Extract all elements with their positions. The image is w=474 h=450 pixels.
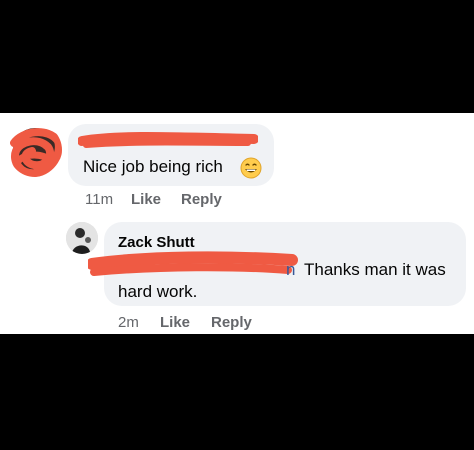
mention-redaction bbox=[88, 251, 298, 276]
author-name-redaction bbox=[78, 132, 258, 148]
avatar-redaction-scribble bbox=[10, 128, 62, 177]
like-button[interactable]: Like bbox=[131, 191, 161, 208]
comment-author[interactable]: Zack Shutt bbox=[118, 234, 195, 251]
comment-text: Thanks man it was bbox=[304, 260, 446, 279]
like-button[interactable]: Like bbox=[160, 314, 190, 331]
grinning-face-icon bbox=[240, 157, 262, 179]
comment-timestamp: 11m bbox=[85, 191, 114, 208]
mention-link[interactable]: n bbox=[286, 260, 295, 280]
comment-text: Nice job being rich bbox=[83, 157, 223, 176]
reply-button[interactable]: Reply bbox=[211, 314, 252, 331]
commenter-avatar-redacted[interactable] bbox=[8, 123, 62, 177]
reply-button[interactable]: Reply bbox=[181, 191, 222, 208]
comment-timestamp: 2m bbox=[118, 314, 139, 331]
comment-text-continued: hard work. bbox=[118, 282, 198, 301]
